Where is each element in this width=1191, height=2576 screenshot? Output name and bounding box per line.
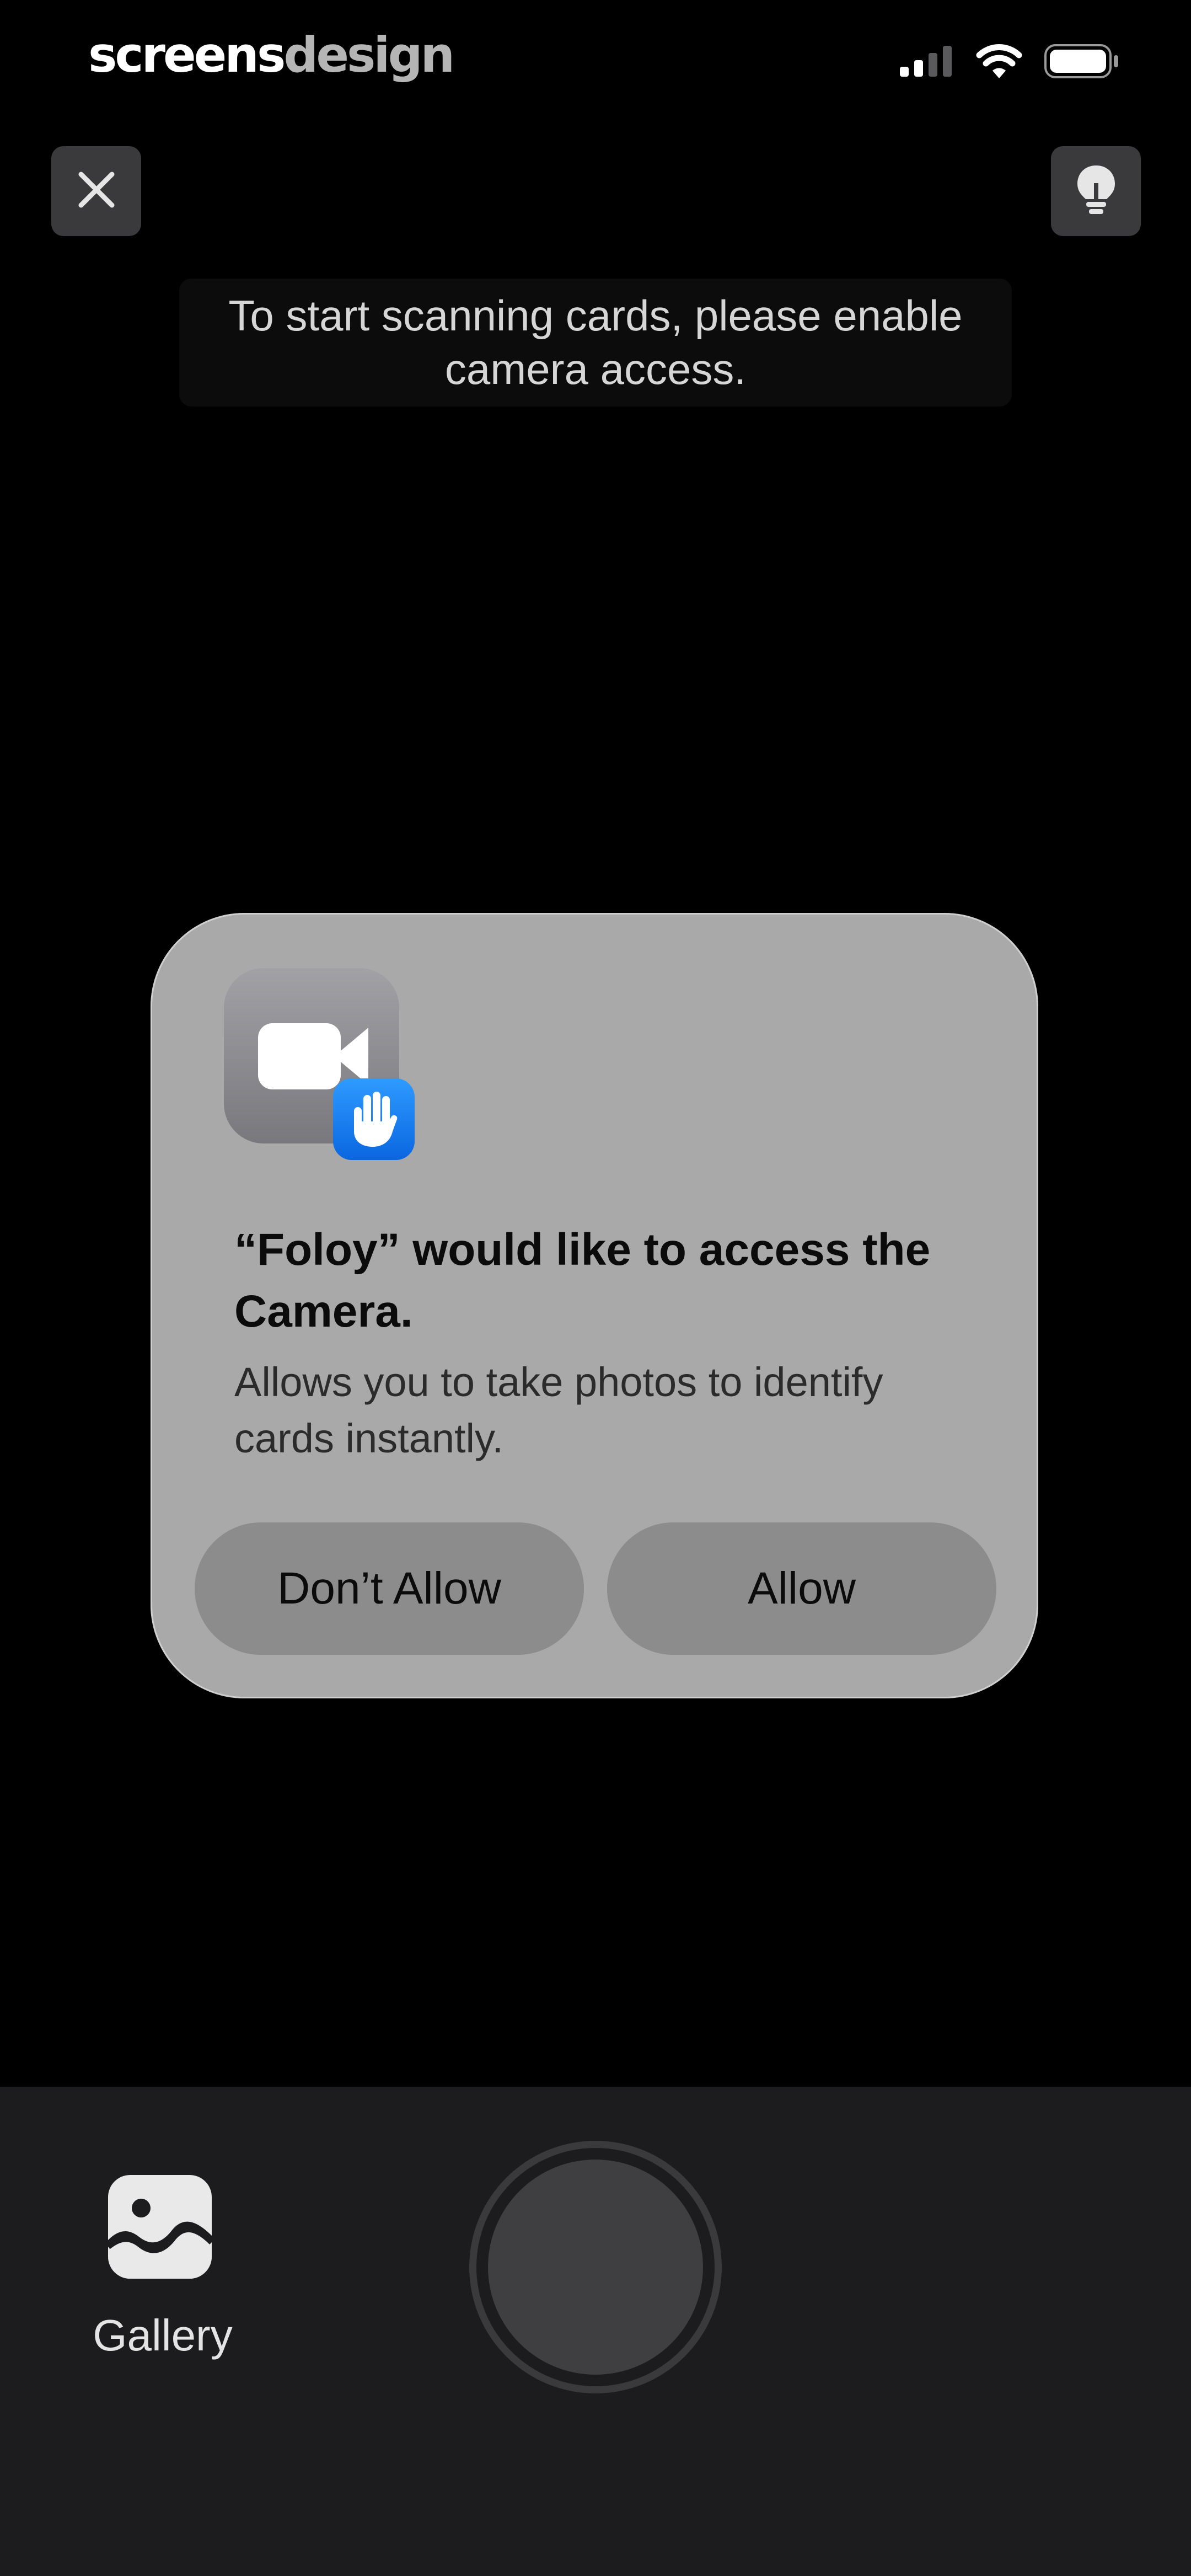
shutter-button[interactable] bbox=[469, 2141, 722, 2393]
brand-logo: screensdesign bbox=[88, 22, 455, 88]
camera-permission-notice: To start scanning cards, please enable c… bbox=[179, 279, 1012, 407]
gallery-label: Gallery bbox=[93, 2311, 233, 2360]
lightbulb-icon bbox=[1074, 163, 1118, 219]
notice-text: To start scanning cards, please enable c… bbox=[228, 291, 963, 393]
brand-logo-part1: screens bbox=[88, 26, 286, 83]
close-button[interactable] bbox=[51, 146, 141, 236]
status-icons bbox=[900, 44, 1119, 81]
camera-bottom-bar: Gallery bbox=[0, 2087, 1191, 2576]
alert-message: Allows you to take photos to identify ca… bbox=[234, 1359, 883, 1461]
hand-icon bbox=[333, 1078, 415, 1160]
allow-button[interactable]: Allow bbox=[607, 1522, 996, 1655]
shutter-inner bbox=[488, 2160, 703, 2375]
cellular-signal-icon bbox=[900, 46, 954, 79]
alert-title: “Foloy” would like to access the Camera. bbox=[234, 1225, 931, 1337]
close-icon bbox=[77, 170, 116, 212]
lightbulb-button[interactable] bbox=[1051, 146, 1141, 236]
dont-allow-button[interactable]: Don’t Allow bbox=[195, 1522, 584, 1655]
status-bar: screensdesign bbox=[0, 0, 1191, 110]
camera-permission-alert: “Foloy” would like to access the Camera.… bbox=[151, 913, 1038, 1698]
battery-icon bbox=[1044, 44, 1119, 81]
brand-logo-part2: design bbox=[283, 26, 455, 83]
wifi-icon bbox=[976, 44, 1022, 81]
gallery-image-icon bbox=[108, 2175, 212, 2279]
app-icon bbox=[224, 968, 415, 1160]
